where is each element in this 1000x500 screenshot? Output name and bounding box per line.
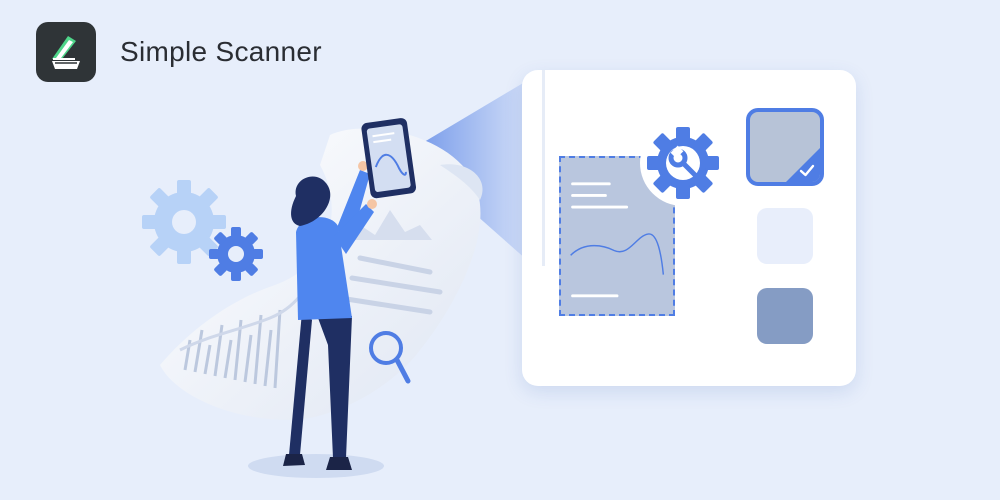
color-option-dark[interactable] [757,288,813,344]
settings-wrench-icon [640,120,726,206]
color-option-selected[interactable] [746,108,824,186]
color-option-light[interactable] [757,208,813,264]
gear-small-icon [209,227,263,281]
promo-banner: Simple Scanner [0,0,1000,500]
settings-card [522,70,856,386]
card-divider [542,70,545,266]
checkmark-icon [799,164,815,177]
